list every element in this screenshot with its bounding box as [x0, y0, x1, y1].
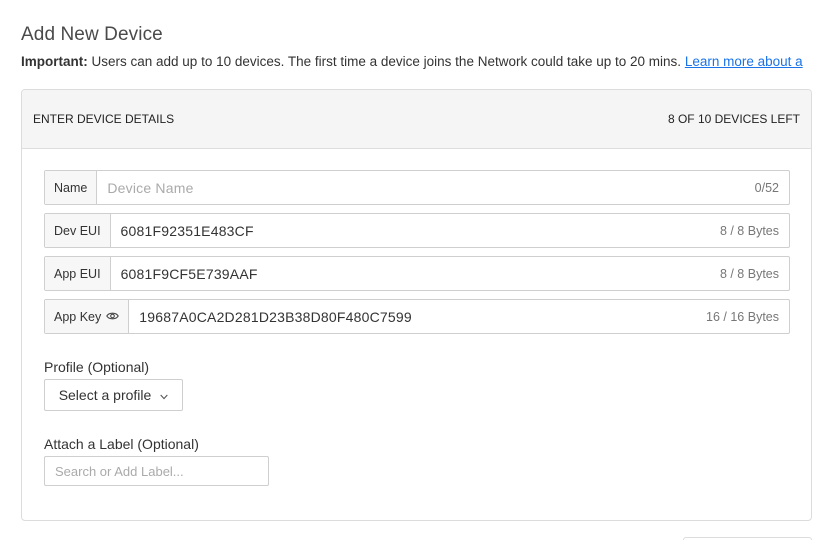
- notice-text: Users can add up to 10 devices. The firs…: [87, 54, 685, 69]
- app-eui-field[interactable]: App EUI 6081F9CF5E739AAF 8 / 8 Bytes: [44, 256, 790, 291]
- app-eui-field-label: App EUI: [45, 257, 111, 290]
- dev-eui-field[interactable]: Dev EUI 6081F92351E483CF 8 / 8 Bytes: [44, 213, 790, 248]
- learn-more-link[interactable]: Learn more about a: [685, 54, 803, 69]
- name-field-label: Name: [45, 171, 98, 204]
- panel-header-title: ENTER DEVICE DETAILS: [33, 112, 175, 126]
- eye-icon[interactable]: [106, 310, 120, 324]
- app-key-input[interactable]: 19687A0CA2D281D23B38D80F480C7599: [129, 309, 706, 325]
- dev-eui-byte-counter: 8 / 8 Bytes: [719, 223, 779, 238]
- app-key-field[interactable]: App Key 19687A0CA2D281D23B38D80F480C7599…: [44, 299, 790, 334]
- profile-select[interactable]: Select a profile: [44, 379, 183, 411]
- label-search-input[interactable]: Search or Add Label...: [44, 456, 269, 486]
- device-name-input[interactable]: Device Name: [97, 180, 754, 196]
- app-key-field-label: App Key: [45, 300, 130, 333]
- app-key-byte-counter: 16 / 16 Bytes: [706, 309, 779, 324]
- name-char-counter: 0/52: [754, 180, 779, 195]
- app-eui-input[interactable]: 6081F9CF5E739AAF: [111, 266, 720, 282]
- panel-header: ENTER DEVICE DETAILS 8 OF 10 DEVICES LEF…: [22, 90, 811, 149]
- profile-select-label: Select a profile: [58, 387, 152, 403]
- important-notice: Important: Users can add up to 10 device…: [21, 54, 803, 69]
- notice-strong: Important:: [21, 54, 88, 69]
- name-field[interactable]: Name Device Name 0/52: [44, 170, 790, 205]
- app-eui-byte-counter: 8 / 8 Bytes: [719, 266, 779, 281]
- chevron-down-icon: [160, 387, 169, 403]
- device-details-panel: ENTER DEVICE DETAILS 8 OF 10 DEVICES LEF…: [21, 89, 812, 521]
- devices-left-count: 8 OF 10 DEVICES LEFT: [667, 112, 800, 126]
- profile-label: Profile (Optional): [44, 359, 150, 375]
- dev-eui-input[interactable]: 6081F92351E483CF: [111, 223, 720, 239]
- attach-label-label: Attach a Label (Optional): [44, 436, 199, 452]
- dev-eui-field-label: Dev EUI: [45, 214, 111, 247]
- page-title: Add New Device: [21, 24, 163, 45]
